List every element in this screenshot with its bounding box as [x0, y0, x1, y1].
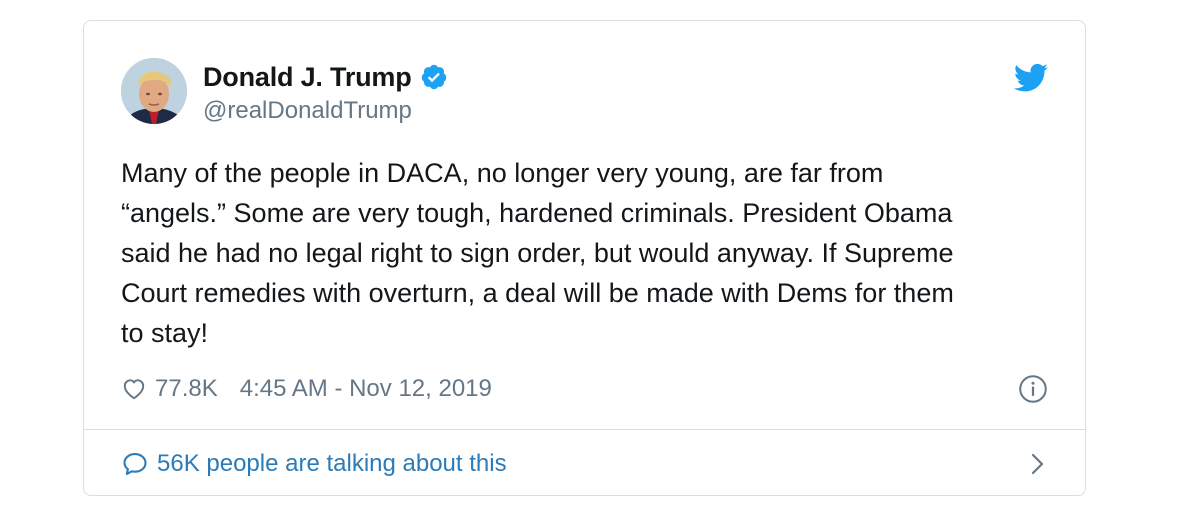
like-count[interactable]: 77.8K — [155, 375, 218, 403]
verified-badge-icon — [420, 63, 448, 91]
author-handle[interactable]: @realDonaldTrump — [203, 97, 412, 125]
chevron-right-icon[interactable] — [1026, 451, 1048, 477]
conversation-count-text[interactable]: 56K people are talking about this — [157, 450, 507, 478]
tweet-meta-row: 77.8K 4:45 AM - Nov 12, 2019 — [121, 373, 492, 405]
tweet-text: Many of the people in DACA, no longer ve… — [121, 158, 954, 348]
author-name-row[interactable]: Donald J. Trump — [203, 59, 448, 95]
card-divider — [84, 429, 1085, 430]
tweet-timestamp[interactable]: 4:45 AM - Nov 12, 2019 — [240, 375, 492, 403]
speech-bubble-icon — [121, 450, 149, 478]
conversation-link[interactable]: 56K people are talking about this — [121, 446, 1048, 482]
heart-icon[interactable] — [121, 376, 147, 402]
twitter-bird-icon[interactable] — [1013, 63, 1048, 93]
avatar[interactable] — [121, 58, 187, 124]
author-display-name[interactable]: Donald J. Trump — [203, 62, 412, 93]
info-icon[interactable] — [1018, 374, 1048, 404]
tweet-card: Donald J. Trump @realDonaldTrump Many of… — [83, 20, 1086, 496]
